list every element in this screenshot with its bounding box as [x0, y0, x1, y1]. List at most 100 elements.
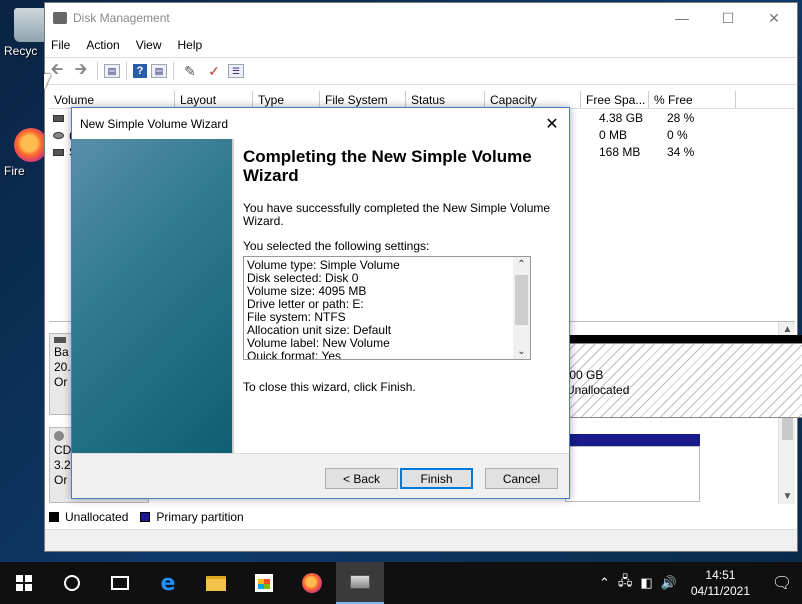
task-view-button[interactable]: [96, 562, 144, 604]
settings-label: You selected the following settings:: [243, 239, 430, 253]
maximize-button[interactable]: ☐: [705, 3, 751, 33]
unallocated-partition[interactable]: .00 GB Unallocated: [565, 343, 802, 418]
column-status[interactable]: Status: [406, 91, 485, 108]
wizard-content: Completing the New Simple Volume Wizard …: [243, 139, 563, 394]
volume-free: 168 MB: [599, 145, 641, 159]
status-bar: [45, 529, 797, 551]
firefox-icon: [302, 573, 322, 593]
legend-primary-label: Primary partition: [156, 510, 244, 524]
wizard-title-bar[interactable]: New Simple Volume Wizard ✕: [72, 108, 569, 139]
volume-pct: 0 %: [667, 128, 688, 142]
folder-icon: [206, 575, 226, 591]
unallocated-text: .00 GB Unallocated: [566, 368, 629, 398]
cdrom-icon: [54, 431, 64, 441]
settings-summary-box[interactable]: Volume type: Simple Volume Disk selected…: [243, 256, 531, 360]
disk-management-icon: [350, 575, 370, 589]
edge-icon: e: [160, 570, 176, 596]
menu-file[interactable]: File: [51, 38, 70, 52]
firefox-taskbar-button[interactable]: [288, 562, 336, 604]
wizard-side-banner: [72, 139, 232, 453]
help-icon[interactable]: ?: [133, 64, 147, 78]
wizard-success-text: You have successfully completed the New …: [243, 201, 551, 228]
show-hidden-icons-chevron-icon[interactable]: ⌃: [599, 575, 610, 591]
wizard-banner-divider: [232, 139, 234, 453]
forward-arrow-icon[interactable]: 🡲: [71, 61, 91, 80]
disk-0-icon: [54, 337, 66, 343]
close-button[interactable]: ✕: [751, 3, 797, 33]
cdrom-header-bar: [565, 434, 700, 446]
column-type[interactable]: Type: [253, 91, 320, 108]
file-explorer-taskbar-button[interactable]: [192, 562, 240, 604]
clock[interactable]: 14:51 04/11/2021: [691, 567, 750, 599]
menu-help[interactable]: Help: [178, 38, 203, 52]
settings-scroll-down-icon[interactable]: ⌄: [513, 346, 530, 357]
mouse-cursor-icon: [44, 74, 51, 90]
checklist-icon[interactable]: ✓: [204, 62, 224, 80]
column-volume[interactable]: Volume: [49, 91, 175, 108]
cdrom-partition[interactable]: [565, 446, 700, 502]
store-icon: [255, 574, 273, 592]
toolbar: 🡰 🡲 ▤ ? ▤ ✎ ✓ ☰: [45, 57, 797, 85]
search-button[interactable]: [48, 562, 96, 604]
legend-primary-swatch: [140, 512, 151, 522]
toolbar-separator: [126, 62, 127, 80]
menu-bar: File Action View Help: [45, 33, 797, 57]
wizard-button-bar: < Back Finish Cancel: [72, 453, 569, 498]
cancel-button[interactable]: Cancel: [485, 468, 558, 489]
volume-pct: 28 %: [667, 111, 695, 125]
back-button[interactable]: < Back: [325, 468, 398, 489]
cd-drive-icon: [53, 132, 64, 139]
minimize-button[interactable]: —: [659, 3, 705, 33]
column-capacity[interactable]: Capacity: [485, 91, 581, 108]
windows-logo-icon: [16, 575, 32, 591]
display-icon[interactable]: ◧: [640, 575, 652, 591]
clock-time: 14:51: [705, 568, 736, 582]
new-simple-volume-wizard: New Simple Volume Wizard ✕ Completing th…: [71, 107, 570, 499]
settings-lines: Volume type: Simple Volume Disk selected…: [244, 257, 530, 360]
volume-free: 4.38 GB: [599, 111, 644, 125]
window-title: Disk Management: [73, 11, 170, 25]
start-button[interactable]: [0, 562, 48, 604]
properties-icon[interactable]: ▤: [151, 64, 167, 78]
menu-action[interactable]: Action: [86, 38, 119, 52]
disk-management-taskbar-button[interactable]: [336, 562, 384, 604]
store-taskbar-button[interactable]: [240, 562, 288, 604]
settings-scroll-thumb[interactable]: [515, 275, 528, 325]
unallocated-label: Unallocated: [566, 383, 630, 397]
volume-icon: [53, 149, 64, 156]
notifications-icon[interactable]: 🗨: [762, 573, 802, 593]
show-hide-console-tree-icon[interactable]: ▤: [104, 64, 120, 78]
column-file-system[interactable]: File System: [320, 91, 406, 108]
toolbar-separator: [97, 62, 98, 80]
unallocated-size: .00 GB: [566, 368, 604, 382]
toolbar-separator: [173, 62, 174, 80]
disk-management-app-icon: [53, 12, 67, 24]
wizard-close-button[interactable]: ✕: [535, 108, 569, 139]
network-icon[interactable]: 🖧: [618, 572, 633, 594]
wizard-title: New Simple Volume Wizard: [80, 116, 229, 131]
unallocated-header-bar: [565, 335, 802, 343]
title-bar[interactable]: Disk Management — ☐ ✕: [45, 3, 797, 33]
legend-unallocated-swatch: [49, 512, 59, 522]
scroll-down-arrow-icon[interactable]: ▼: [779, 491, 796, 502]
wizard-heading: Completing the New Simple Volume Wizard: [243, 147, 532, 185]
volume-pct: 34 %: [667, 145, 695, 159]
settings-list-icon[interactable]: ☰: [228, 64, 244, 78]
finish-button[interactable]: Finish: [400, 468, 473, 489]
close-instruction: To close this wizard, click Finish.: [243, 380, 416, 394]
edge-taskbar-button[interactable]: e: [144, 562, 192, 604]
menu-view[interactable]: View: [136, 38, 162, 52]
legend: Unallocated Primary partition: [49, 508, 250, 526]
system-tray: ⌃ 🖧 ◧ 🔊 14:51 04/11/2021 🗨: [599, 562, 802, 604]
clock-date: 04/11/2021: [690, 584, 750, 598]
task-view-icon: [111, 576, 129, 590]
column-free-space[interactable]: Free Spa...: [581, 91, 649, 108]
column-percent-free[interactable]: % Free: [649, 91, 736, 108]
settings-scrollbar[interactable]: ⌃ ⌄: [513, 257, 530, 359]
volume-icon[interactable]: 🔊: [661, 575, 677, 591]
scroll-up-arrow-icon[interactable]: ▲: [779, 324, 796, 335]
taskbar: e ⌃ 🖧 ◧ 🔊 14:51 04/11/2021 🗨: [0, 562, 802, 604]
connect-disk-icon[interactable]: ✎: [180, 62, 200, 80]
settings-scroll-up-icon[interactable]: ⌃: [513, 259, 530, 270]
column-layout[interactable]: Layout: [175, 91, 253, 108]
